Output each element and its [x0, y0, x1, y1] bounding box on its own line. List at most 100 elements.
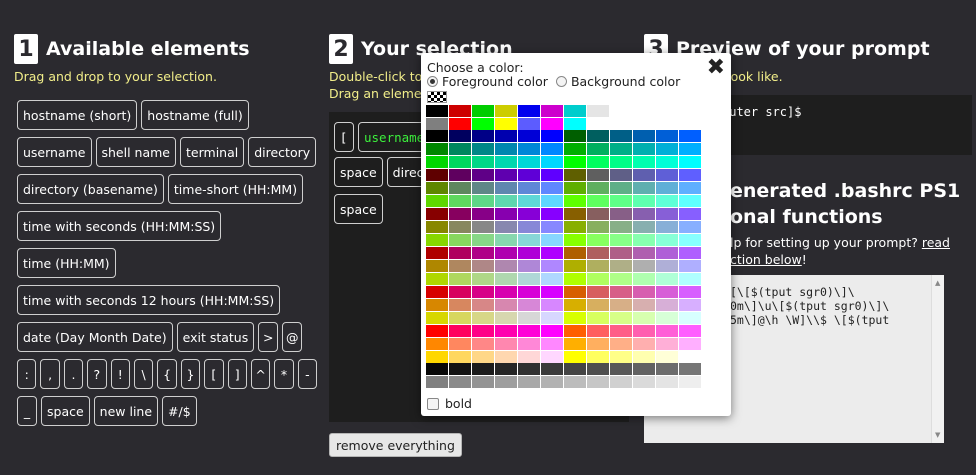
color-swatch[interactable] [610, 363, 632, 375]
color-swatch[interactable] [518, 299, 540, 311]
color-swatch[interactable] [426, 156, 448, 168]
color-swatch[interactable] [426, 221, 448, 233]
color-swatch[interactable] [495, 156, 517, 168]
color-swatch[interactable] [426, 208, 448, 220]
color-swatch[interactable] [633, 247, 655, 259]
color-swatch[interactable] [426, 118, 448, 130]
color-swatch[interactable] [495, 169, 517, 181]
element-chip[interactable]: [ [204, 359, 224, 389]
color-swatch[interactable] [679, 338, 701, 350]
color-swatch[interactable] [449, 363, 471, 375]
color-swatch[interactable] [587, 221, 609, 233]
color-swatch[interactable] [656, 182, 678, 194]
color-swatch[interactable] [518, 325, 540, 337]
color-swatch[interactable] [564, 363, 586, 375]
color-swatch[interactable] [472, 325, 494, 337]
color-swatch[interactable] [449, 143, 471, 155]
color-swatch[interactable] [656, 130, 678, 142]
color-swatch[interactable] [587, 182, 609, 194]
color-swatch[interactable] [495, 208, 517, 220]
element-chip[interactable]: : [17, 359, 37, 389]
bold-option[interactable]: bold [427, 396, 472, 411]
color-swatch[interactable] [656, 351, 678, 363]
color-swatch[interactable] [426, 130, 448, 142]
color-swatch[interactable] [449, 208, 471, 220]
color-swatch[interactable] [541, 105, 563, 117]
color-swatch[interactable] [495, 247, 517, 259]
element-chip[interactable]: time-short (HH:MM) [167, 174, 304, 204]
color-swatch[interactable] [495, 118, 517, 130]
color-swatch[interactable] [587, 105, 609, 117]
color-swatch[interactable] [633, 221, 655, 233]
color-swatch[interactable] [426, 286, 448, 298]
color-swatch[interactable] [495, 221, 517, 233]
color-swatch[interactable] [587, 234, 609, 246]
color-swatch[interactable] [656, 234, 678, 246]
color-swatch[interactable] [518, 182, 540, 194]
color-swatch[interactable] [656, 299, 678, 311]
color-swatch[interactable] [610, 143, 632, 155]
color-swatch[interactable] [472, 105, 494, 117]
color-swatch[interactable] [679, 312, 701, 324]
color-swatch[interactable] [541, 273, 563, 285]
color-swatch[interactable] [495, 286, 517, 298]
color-swatch[interactable] [472, 312, 494, 324]
color-swatch[interactable] [587, 156, 609, 168]
color-swatch[interactable] [518, 221, 540, 233]
color-swatch[interactable] [564, 182, 586, 194]
color-swatch[interactable] [656, 260, 678, 272]
color-swatch[interactable] [564, 221, 586, 233]
color-swatch[interactable] [426, 299, 448, 311]
color-swatch[interactable] [564, 208, 586, 220]
color-swatch[interactable] [518, 286, 540, 298]
color-swatch[interactable] [610, 156, 632, 168]
element-chip[interactable]: time with seconds 12 hours (HH:MM:SS) [17, 285, 281, 315]
color-swatch[interactable] [472, 273, 494, 285]
color-swatch[interactable] [587, 118, 609, 130]
color-swatch[interactable] [679, 247, 701, 259]
color-swatch[interactable] [449, 376, 471, 388]
color-swatch[interactable] [656, 376, 678, 388]
color-swatch[interactable] [426, 351, 448, 363]
color-swatch[interactable] [656, 169, 678, 181]
element-chip[interactable]: ] [227, 359, 247, 389]
element-chip[interactable]: \ [133, 359, 154, 389]
color-swatch[interactable] [564, 143, 586, 155]
color-swatch[interactable] [610, 351, 632, 363]
color-swatch[interactable] [495, 260, 517, 272]
element-chip[interactable]: time (HH:MM) [17, 248, 116, 278]
color-swatch[interactable] [495, 338, 517, 350]
color-swatch[interactable] [518, 143, 540, 155]
color-swatch[interactable] [541, 363, 563, 375]
color-swatch[interactable] [472, 221, 494, 233]
color-swatch[interactable] [633, 234, 655, 246]
color-swatch[interactable] [633, 338, 655, 350]
color-swatch[interactable] [656, 286, 678, 298]
color-swatch[interactable] [541, 325, 563, 337]
bold-checkbox[interactable] [427, 397, 439, 410]
element-chip[interactable]: time with seconds (HH:MM:SS) [17, 211, 222, 241]
color-swatch[interactable] [541, 299, 563, 311]
color-swatch[interactable] [449, 118, 471, 130]
color-swatch[interactable] [518, 260, 540, 272]
color-swatch[interactable] [564, 247, 586, 259]
color-swatch[interactable] [679, 260, 701, 272]
color-swatch[interactable] [610, 130, 632, 142]
color-swatch[interactable] [587, 195, 609, 207]
selected-element-chip[interactable]: [ [334, 122, 354, 152]
color-swatch[interactable] [426, 143, 448, 155]
color-swatch[interactable] [541, 208, 563, 220]
color-swatch[interactable] [472, 234, 494, 246]
element-chip[interactable]: ! [110, 359, 130, 389]
color-swatch[interactable] [472, 208, 494, 220]
color-swatch[interactable] [564, 273, 586, 285]
element-chip[interactable]: hostname (short) [17, 100, 138, 130]
color-swatch[interactable] [541, 156, 563, 168]
color-swatch[interactable] [426, 234, 448, 246]
remove-everything-button[interactable]: remove everything [329, 433, 462, 457]
color-swatch[interactable] [449, 130, 471, 142]
scroll-up-icon[interactable]: ▲ [935, 279, 940, 287]
color-swatch[interactable] [564, 169, 586, 181]
color-swatch[interactable] [610, 312, 632, 324]
color-swatch[interactable] [587, 273, 609, 285]
